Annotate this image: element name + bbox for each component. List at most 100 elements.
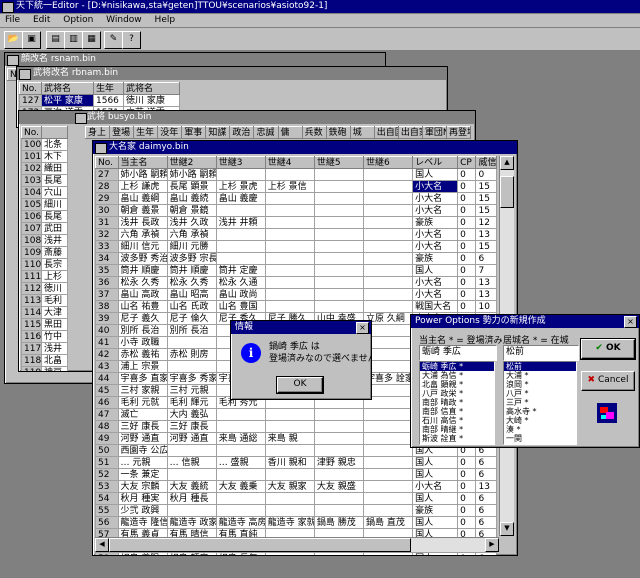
cell[interactable]	[313, 204, 364, 217]
cell[interactable]	[264, 552, 315, 555]
table-row[interactable]: 37 畠山 高政 畠山 昭高 畠山 政尚 小大名 0 13	[95, 288, 497, 301]
cell[interactable]: 0	[457, 492, 477, 505]
cell[interactable]: 13	[475, 228, 497, 241]
cell[interactable]: 12	[475, 216, 497, 229]
cell[interactable]: 小大名	[412, 204, 459, 217]
scroll-down-icon[interactable]: ▼	[500, 522, 514, 536]
cell[interactable]	[362, 204, 414, 217]
cell[interactable]: 0	[457, 288, 477, 301]
cell[interactable]: 三好 康長	[117, 420, 168, 433]
cell[interactable]	[215, 492, 266, 505]
table-row[interactable]: 109 斎藤	[21, 246, 68, 259]
list-item[interactable]: 大浦 *	[504, 371, 576, 380]
table-row[interactable]: 100 北条	[21, 138, 68, 151]
cell[interactable]: … 元親	[117, 456, 168, 469]
cell[interactable]: 小大名	[412, 180, 459, 193]
cell[interactable]: 13	[475, 276, 497, 289]
table-row[interactable]: 101 木下	[21, 150, 68, 163]
table-row[interactable]: 32 六角 承禎 六角 承禎 小大名 0 13	[95, 228, 497, 241]
cell[interactable]: 北条	[41, 138, 68, 151]
cell[interactable]: 少弐 政興	[117, 504, 168, 517]
cell[interactable]	[215, 240, 266, 253]
cell[interactable]: 相良 義陽	[117, 552, 168, 555]
table-row[interactable]: 117 浅井	[21, 342, 68, 355]
cell[interactable]: 河野 通直	[117, 432, 168, 445]
table-row[interactable]: 103 長尾	[21, 174, 68, 187]
ok-button[interactable]: OK	[276, 376, 324, 394]
table-row[interactable]: 38 山名 祐豊 山名 氏政 山名 豊国 戦国大名 0 10	[95, 300, 497, 313]
cell[interactable]	[362, 432, 414, 445]
list-item[interactable]: 南部 晴継 *	[420, 425, 494, 434]
cell[interactable]: 0	[457, 204, 477, 217]
edit-icon[interactable]: ✎	[104, 31, 123, 49]
cell[interactable]: 小大名	[412, 240, 459, 253]
open-file2-icon[interactable]: ▥	[64, 31, 83, 49]
cell[interactable]: 6	[475, 516, 497, 529]
cell[interactable]: 小大名	[412, 192, 459, 205]
cell[interactable]	[264, 504, 315, 517]
table-row[interactable]: 118 北畠	[21, 354, 68, 367]
table-row[interactable]: 119神戸	[21, 366, 68, 371]
cell[interactable]	[362, 408, 414, 421]
close-icon[interactable]: ×	[624, 316, 637, 328]
cell[interactable]: 国人	[412, 456, 459, 469]
table-row[interactable]: 35 筒井 順慶 筒井 順慶 筒井 定慶 国人 0 7	[95, 264, 497, 277]
cell[interactable]: 15	[475, 240, 497, 253]
cell[interactable]: 長宗	[41, 258, 68, 271]
table-row[interactable]: 115 黒田	[21, 318, 68, 331]
cell[interactable]	[264, 192, 315, 205]
list-item[interactable]: 八戸 *	[504, 389, 576, 398]
list-item[interactable]: 斯波 詮直 *	[420, 434, 494, 443]
menu-option[interactable]: Option	[58, 14, 98, 27]
cell[interactable]: 豪族	[412, 504, 459, 517]
cell[interactable]: 六角 承禎	[117, 228, 168, 241]
table-row[interactable]: 56 龍造寺 隆信 龍造寺 政家 龍造寺 高房 龍造寺 家就 鍋島 勝茂 鍋島 直茂 国人 0 6	[95, 516, 497, 529]
cell[interactable]: 一条 兼定	[117, 468, 168, 481]
cell[interactable]: 山名 氏政	[166, 300, 217, 313]
cell[interactable]	[362, 552, 414, 555]
cell[interactable]	[264, 468, 315, 481]
cell[interactable]: 13	[475, 480, 497, 493]
cell[interactable]: 豪族	[412, 252, 459, 265]
cell[interactable]	[313, 468, 364, 481]
cell[interactable]: 上杉 景虎	[215, 180, 266, 193]
cell[interactable]	[313, 300, 364, 313]
cell[interactable]	[362, 252, 414, 265]
cell[interactable]	[166, 504, 217, 517]
cell[interactable]: 浅井 井頼	[215, 216, 266, 229]
cell[interactable]: 国人	[412, 492, 459, 505]
cell[interactable]	[313, 240, 364, 253]
table-row[interactable]: 113 毛利	[21, 294, 68, 307]
table-row[interactable]: 29 畠山 義綱 畠山 義続 畠山 義慶 小大名 0 15	[95, 192, 497, 205]
cell[interactable]: 宇喜多 直家	[117, 372, 168, 385]
cell[interactable]	[264, 204, 315, 217]
help-icon[interactable]: ?	[122, 31, 141, 49]
cell[interactable]: 6	[475, 492, 497, 505]
cell[interactable]	[362, 264, 414, 277]
cell[interactable]: 畠山 政尚	[215, 288, 266, 301]
scroll-right-icon[interactable]: ▶	[485, 538, 499, 552]
cell[interactable]: 大友 宗麟	[117, 480, 168, 493]
cell[interactable]: 三好 康長	[166, 420, 217, 433]
cell[interactable]: 戦国大名	[412, 300, 459, 313]
cell[interactable]: 筒井 順慶	[117, 264, 168, 277]
cell[interactable]: 北畠	[41, 354, 68, 367]
cell[interactable]	[215, 252, 266, 265]
cell[interactable]	[362, 240, 414, 253]
table-row[interactable]: 111 上杉	[21, 270, 68, 283]
cell[interactable]	[313, 420, 364, 433]
cell[interactable]: 姉小路 嗣頼	[117, 168, 168, 181]
table-row[interactable]: 31 浅井 長政 浅井 久政 浅井 井頼 豪族 0 12	[95, 216, 497, 229]
list-item[interactable]: 一関	[504, 434, 576, 443]
cell[interactable]: 0	[457, 516, 477, 529]
list-item[interactable]: 北畠 顕親 *	[420, 380, 494, 389]
cell[interactable]: 毛利	[41, 294, 68, 307]
cell[interactable]: … 信親	[166, 456, 217, 469]
table-row[interactable]: 54 秋月 種実 秋月 種長 国人 0 6	[95, 492, 497, 505]
menu-window[interactable]: Window	[101, 14, 147, 27]
table-row[interactable]: 102 織田	[21, 162, 68, 175]
cell[interactable]: 13	[475, 288, 497, 301]
cell[interactable]: 国人	[412, 468, 459, 481]
list-item[interactable]: 八戸 政栄 *	[420, 389, 494, 398]
power-ok-button[interactable]: ✔ OK	[580, 338, 636, 360]
